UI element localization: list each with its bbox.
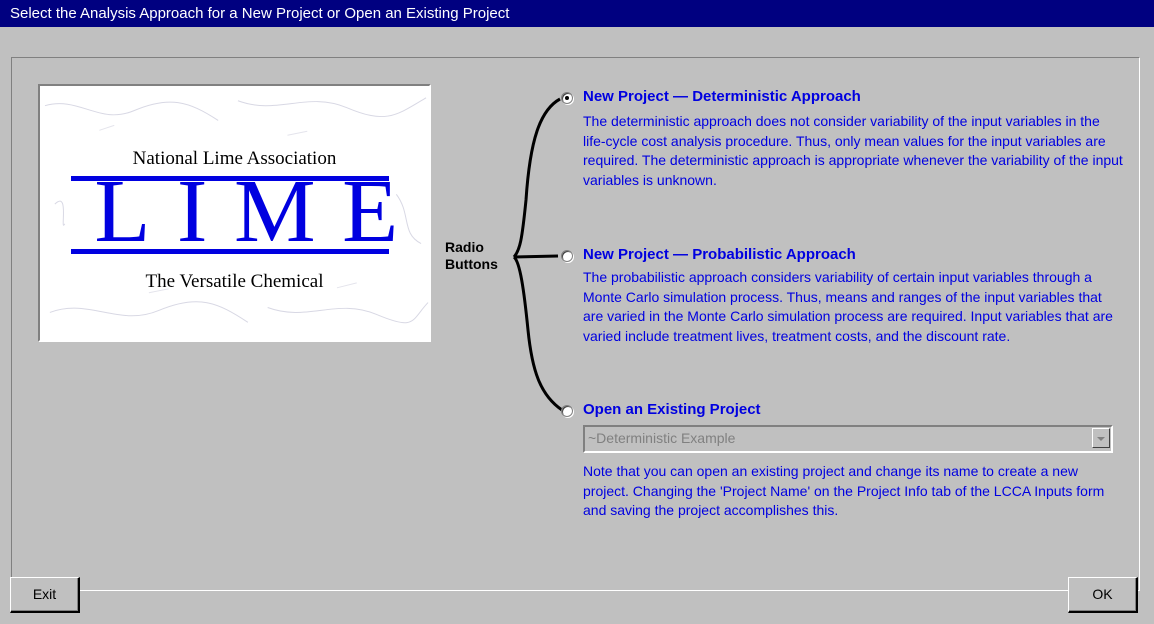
window-title: Select the Analysis Approach for a New P…: [0, 0, 1154, 27]
open-existing-radio[interactable]: [561, 405, 573, 417]
lime-logo: National Lime Association LIME The Versa…: [38, 84, 431, 342]
probabilistic-option-description: The probabilistic approach considers var…: [583, 269, 1113, 344]
logo-tagline: The Versatile Chemical: [145, 271, 324, 292]
callout-line-1: Radio: [445, 239, 484, 255]
existing-project-dropdown[interactable]: ~Deterministic Example: [583, 425, 1113, 453]
exit-button[interactable]: Exit: [10, 577, 80, 613]
logo-word: LIME: [94, 162, 425, 261]
open-existing-note: Note that you can open an existing proje…: [583, 463, 1105, 518]
probabilistic-radio[interactable]: [561, 250, 573, 262]
dropdown-arrow-icon[interactable]: [1092, 428, 1110, 448]
probabilistic-option-title[interactable]: New Project — Probabilistic Approach: [583, 246, 856, 263]
existing-project-value: ~Deterministic Example: [588, 430, 736, 446]
deterministic-radio[interactable]: [561, 92, 573, 104]
deterministic-option-title[interactable]: New Project — Deterministic Approach: [583, 88, 861, 105]
callout-line-2: Buttons: [445, 256, 498, 272]
logo-rule-bottom: [71, 249, 389, 254]
deterministic-option-description: The deterministic approach does not cons…: [583, 113, 1123, 188]
radio-buttons-callout: Radio Buttons: [445, 239, 498, 273]
ok-button[interactable]: OK: [1068, 577, 1138, 613]
radio-selected-dot: [565, 96, 569, 100]
open-existing-option-title[interactable]: Open an Existing Project: [583, 401, 761, 418]
